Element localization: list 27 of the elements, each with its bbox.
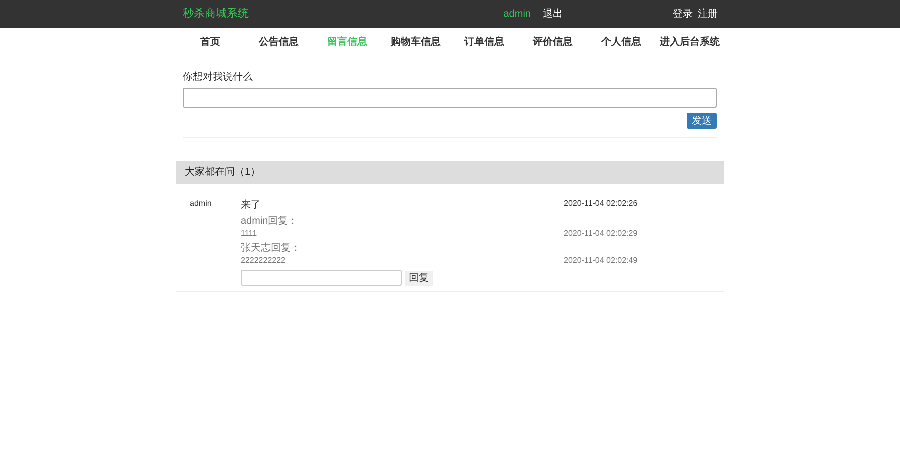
nav-tab[interactable]: 订单信息 xyxy=(450,34,518,50)
brand-title[interactable]: 秒杀商城系统 xyxy=(183,6,249,22)
message-time: 2020-11-04 02:02:26 xyxy=(564,198,638,210)
logout-link[interactable]: 退出 xyxy=(543,6,563,22)
username-link[interactable]: admin xyxy=(504,6,531,22)
message-input[interactable] xyxy=(183,88,717,108)
nav-tab[interactable]: 个人信息 xyxy=(587,34,656,50)
nav-tab[interactable]: 购物车信息 xyxy=(382,34,450,50)
nav-tab[interactable]: 首页 xyxy=(176,34,244,50)
form-label: 你想对我说什么 xyxy=(183,70,254,85)
message-author: admin xyxy=(189,198,213,210)
register-link[interactable]: 注册 xyxy=(698,6,718,22)
panel-title: 大家都在问（1） xyxy=(185,166,261,180)
reply-author: 张天志回复： xyxy=(241,243,302,255)
message-content: 来了 xyxy=(241,198,262,213)
nav-tab[interactable]: 进入后台系统 xyxy=(656,34,724,50)
login-link[interactable]: 登录 xyxy=(673,6,693,22)
reply-text: 2222222222 xyxy=(241,255,286,267)
nav-tab[interactable]: 评价信息 xyxy=(518,34,587,50)
reply-button[interactable]: 回复 xyxy=(405,270,433,286)
reply-time: 2020-11-04 02:02:49 xyxy=(564,255,638,267)
nav-tab[interactable]: 公告信息 xyxy=(244,34,313,50)
reply-text: 1111 xyxy=(241,228,258,240)
send-button[interactable]: 发送 xyxy=(687,113,717,129)
reply-author: admin回复： xyxy=(241,216,300,228)
reply-input[interactable] xyxy=(241,270,402,286)
reply-time: 2020-11-04 02:02:29 xyxy=(564,228,638,240)
